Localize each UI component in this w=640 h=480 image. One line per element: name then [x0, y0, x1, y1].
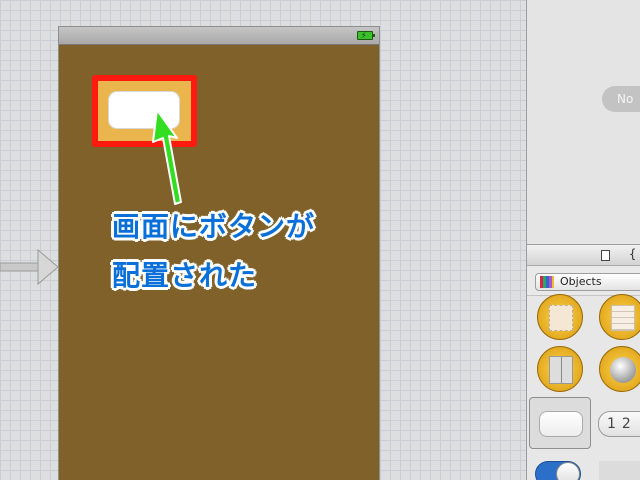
- library-item-table-view-controller[interactable]: [589, 292, 640, 342]
- library-item-view-controller[interactable]: [527, 292, 583, 342]
- library-item-segmented-control[interactable]: 12: [598, 411, 640, 437]
- no-selection-label: No: [602, 86, 640, 112]
- objects-popup-button[interactable]: Objects: [535, 273, 640, 291]
- status-bar: ⚡: [59, 27, 379, 45]
- annotation-line-2: 配置された: [112, 259, 258, 292]
- library-item-activity-indicator[interactable]: [599, 461, 640, 480]
- utilities-panel: No { Objects 12: [526, 0, 640, 480]
- split-view-controller-icon: [537, 346, 583, 392]
- storyboard-canvas: ⚡ 画面にボタンが 配置された: [0, 0, 526, 480]
- object-library-icon: [540, 276, 554, 288]
- inspector-area: No: [527, 0, 640, 244]
- view-controller-scene[interactable]: ⚡: [58, 26, 380, 480]
- glkit-view-controller-icon: [599, 346, 640, 392]
- view-controller-icon: [537, 294, 583, 340]
- objects-popup-label: Objects: [560, 275, 602, 288]
- library-item-split-view-controller[interactable]: [527, 344, 583, 394]
- initial-view-arrow: [0, 248, 59, 286]
- green-pointer-arrow: [152, 110, 182, 205]
- switch-knob-icon: [556, 462, 580, 480]
- round-rect-button-icon: [539, 411, 583, 437]
- code-snippet-library-icon[interactable]: {: [629, 247, 636, 261]
- library-toolbar: {: [527, 244, 640, 266]
- battery-charging-icon: ⚡: [357, 31, 375, 40]
- file-template-library-icon[interactable]: [601, 250, 610, 261]
- library-item-round-rect-button[interactable]: [529, 397, 591, 449]
- annotation-line-1: 画面にボタンが: [112, 210, 316, 243]
- table-view-controller-icon: [599, 294, 640, 340]
- library-item-switch[interactable]: [535, 461, 581, 480]
- library-item-glkit-view-controller[interactable]: [589, 344, 640, 394]
